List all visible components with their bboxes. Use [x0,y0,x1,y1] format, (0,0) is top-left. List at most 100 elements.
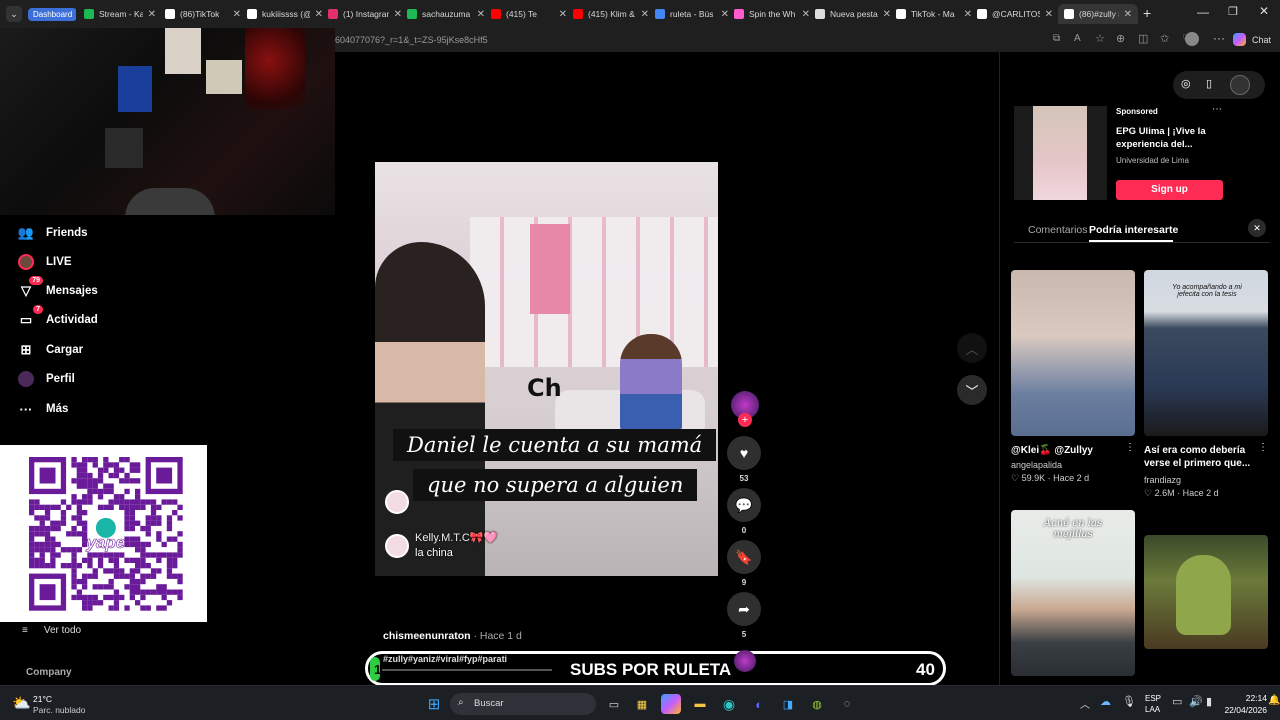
tab-close-icon[interactable]: ✕ [964,9,972,20]
sidebar-item[interactable]: ··· Más [18,401,69,417]
user-avatar[interactable] [1230,75,1250,95]
browser-tab[interactable]: @CARLITOS ✕ [977,4,1053,24]
like-button[interactable]: ♥ [727,436,761,470]
tab-close-icon[interactable]: ✕ [315,9,323,20]
favorites-list-icon[interactable]: ✩ [1160,32,1169,45]
new-tab-button[interactable]: + [1143,5,1151,21]
video-author[interactable]: chismeenunraton · Hace 1 d [383,630,522,642]
network-icon[interactable]: ▭ [1172,695,1182,708]
sidebar-item[interactable]: ▽ 79 Mensajes [18,276,98,299]
url-text[interactable]: 604077076?_r=1&_t=ZS-95jKse8cHf5 [335,35,488,45]
tab-you-may-like[interactable]: Podría interesarte [1089,224,1178,236]
volume-icon[interactable]: 🔊 [1189,695,1203,708]
weather-desc[interactable]: Parc. nublado [33,705,85,715]
browser-tab[interactable]: kukiiissss (@ ✕ [247,4,323,24]
tab-close-icon[interactable]: ✕ [721,9,729,20]
see-all-link[interactable]: ≡ Ver todo [22,625,81,636]
app-icon[interactable]: ◨ [778,694,798,714]
sidebar-item[interactable]: LIVE [18,254,72,270]
taskbar-search[interactable]: ⌕ Buscar [450,693,596,715]
close-panel-button[interactable]: ✕ [1248,219,1266,237]
browser-tab[interactable]: Nueva pesta ✕ [815,4,891,24]
settings-more-icon[interactable]: ··· [1213,31,1225,45]
chat-button[interactable]: Chat [1252,35,1271,45]
sidebar-item[interactable]: 👥 Friends [18,225,88,241]
sidebar-item[interactable]: Perfil [18,371,75,387]
app-icon[interactable]: ▦ [632,694,652,714]
tab-close-icon[interactable]: ✕ [802,9,810,20]
tab-search-chevron-icon[interactable]: ⌄ [6,6,22,22]
compass-icon[interactable]: ◎ [1181,77,1191,90]
ad-thumbnail[interactable] [1014,106,1107,200]
show-hidden-icons[interactable]: ︿ [1080,696,1090,711]
microphone-icon[interactable]: 🎙 [1122,695,1136,708]
save-button[interactable]: 🔖 [727,540,761,574]
notifications-icon[interactable]: 🔔 [1268,695,1280,706]
tab-close-icon[interactable]: ✕ [148,9,156,20]
mobile-icon[interactable]: ▯ [1206,77,1212,90]
sidebar-item[interactable]: ⊞ Cargar [18,342,84,358]
copilot-icon[interactable] [1233,33,1246,46]
card-more-icon[interactable]: ⋮ [1258,442,1268,453]
sidebar-item[interactable]: ▭ 7 Actividad [18,305,98,328]
browser-tab[interactable]: TikTok - Ma ✕ [896,4,972,24]
video-card-author[interactable]: frandiazg [1144,475,1181,485]
tab-close-icon[interactable]: ✕ [883,9,891,20]
clock-time[interactable]: 22:14 [1231,693,1267,703]
discord-icon[interactable]: ◐ [749,694,769,714]
tab-group-label[interactable]: Dashboard [28,7,76,21]
tab-close-icon[interactable]: ✕ [1124,9,1132,20]
language-indicator-2[interactable]: LAA [1145,705,1160,714]
follow-plus-icon[interactable]: + [738,413,752,427]
browser-tab[interactable]: (86)#zully # ✕ [1058,4,1138,24]
extension-icon[interactable]: ⊕ [1116,32,1125,45]
browser-tab[interactable]: Stream - Ka ✕ [84,4,156,24]
minimize-button[interactable]: — [1197,5,1209,19]
ad-title[interactable]: EPG Ulima | ¡Vive la experiencia del... [1116,125,1226,151]
share-button[interactable]: ➦ [727,592,761,626]
tab-close-icon[interactable]: ✕ [477,9,485,20]
profile-avatar-icon[interactable] [1185,32,1199,46]
battery-icon[interactable]: ▮ [1206,695,1212,708]
browser-tab[interactable]: ruleta - Bús ✕ [655,4,729,24]
clock-date[interactable]: 22/04/2026 [1220,705,1267,715]
address-bar[interactable]: 604077076?_r=1&_t=ZS-95jKse8cHf5 ⧉ A ☆ ⊕… [335,28,1280,52]
ad-more-icon[interactable]: ⋯ [1212,104,1222,115]
language-indicator-1[interactable]: ESP [1145,694,1161,703]
card-more-icon[interactable]: ⋮ [1125,442,1135,453]
author-name[interactable]: chismeenunraton [383,630,471,642]
tab-close-icon[interactable]: ✕ [233,9,241,20]
split-screen-icon[interactable]: ◫ [1138,32,1148,45]
browser-tab[interactable]: (415) Klim & ✕ [573,4,649,24]
browser-tab[interactable]: Dashboard [28,4,76,24]
copilot-taskbar-icon[interactable] [661,694,681,714]
tab-close-icon[interactable]: ✕ [1045,9,1053,20]
start-button[interactable]: ⊞ [424,694,444,714]
previous-video-button[interactable]: ︿ [957,333,987,363]
app-icon[interactable]: ◍ [807,694,827,714]
ad-signup-button[interactable]: Sign up [1116,180,1223,200]
favorite-star-icon[interactable]: ☆ [1095,32,1105,45]
file-explorer-icon[interactable]: ▬ [690,694,710,714]
browser-tab[interactable]: (86)TikTok ✕ [165,4,241,24]
video-player[interactable]: Ch Daniel le cuenta a su mamá que no sup… [375,162,718,576]
tab-comments[interactable]: Comentarios [1028,224,1088,236]
company-link[interactable]: Company [26,667,72,678]
video-card[interactable] [1011,270,1135,436]
browser-tab[interactable]: sachauzuma ✕ [407,4,485,24]
video-card[interactable] [1144,535,1268,649]
task-view-icon[interactable]: ▭ [604,694,624,714]
weather-icon[interactable]: ⛅ [12,694,31,712]
app-icon[interactable]: ◌ [837,694,857,714]
tab-close-icon[interactable]: ✕ [641,9,649,20]
open-app-icon[interactable]: ⧉ [1053,33,1060,44]
browser-tab[interactable]: Spin the Wh ✕ [734,4,810,24]
next-video-button[interactable]: ﹀ [957,375,987,405]
video-card[interactable]: Yo acompañando a mi jefecita con la tesi… [1144,270,1268,436]
onedrive-icon[interactable]: ☁ [1100,695,1111,708]
video-card-title[interactable]: Así era como debería verse el primero qu… [1144,444,1262,470]
restore-button[interactable]: ❐ [1228,5,1238,18]
video-card[interactable]: Acné en las mejillas [1011,510,1135,676]
browser-tab[interactable]: (415) Te ✕ [491,4,567,24]
video-card-title[interactable]: @Klei🍒 @Zullyy [1011,444,1129,457]
